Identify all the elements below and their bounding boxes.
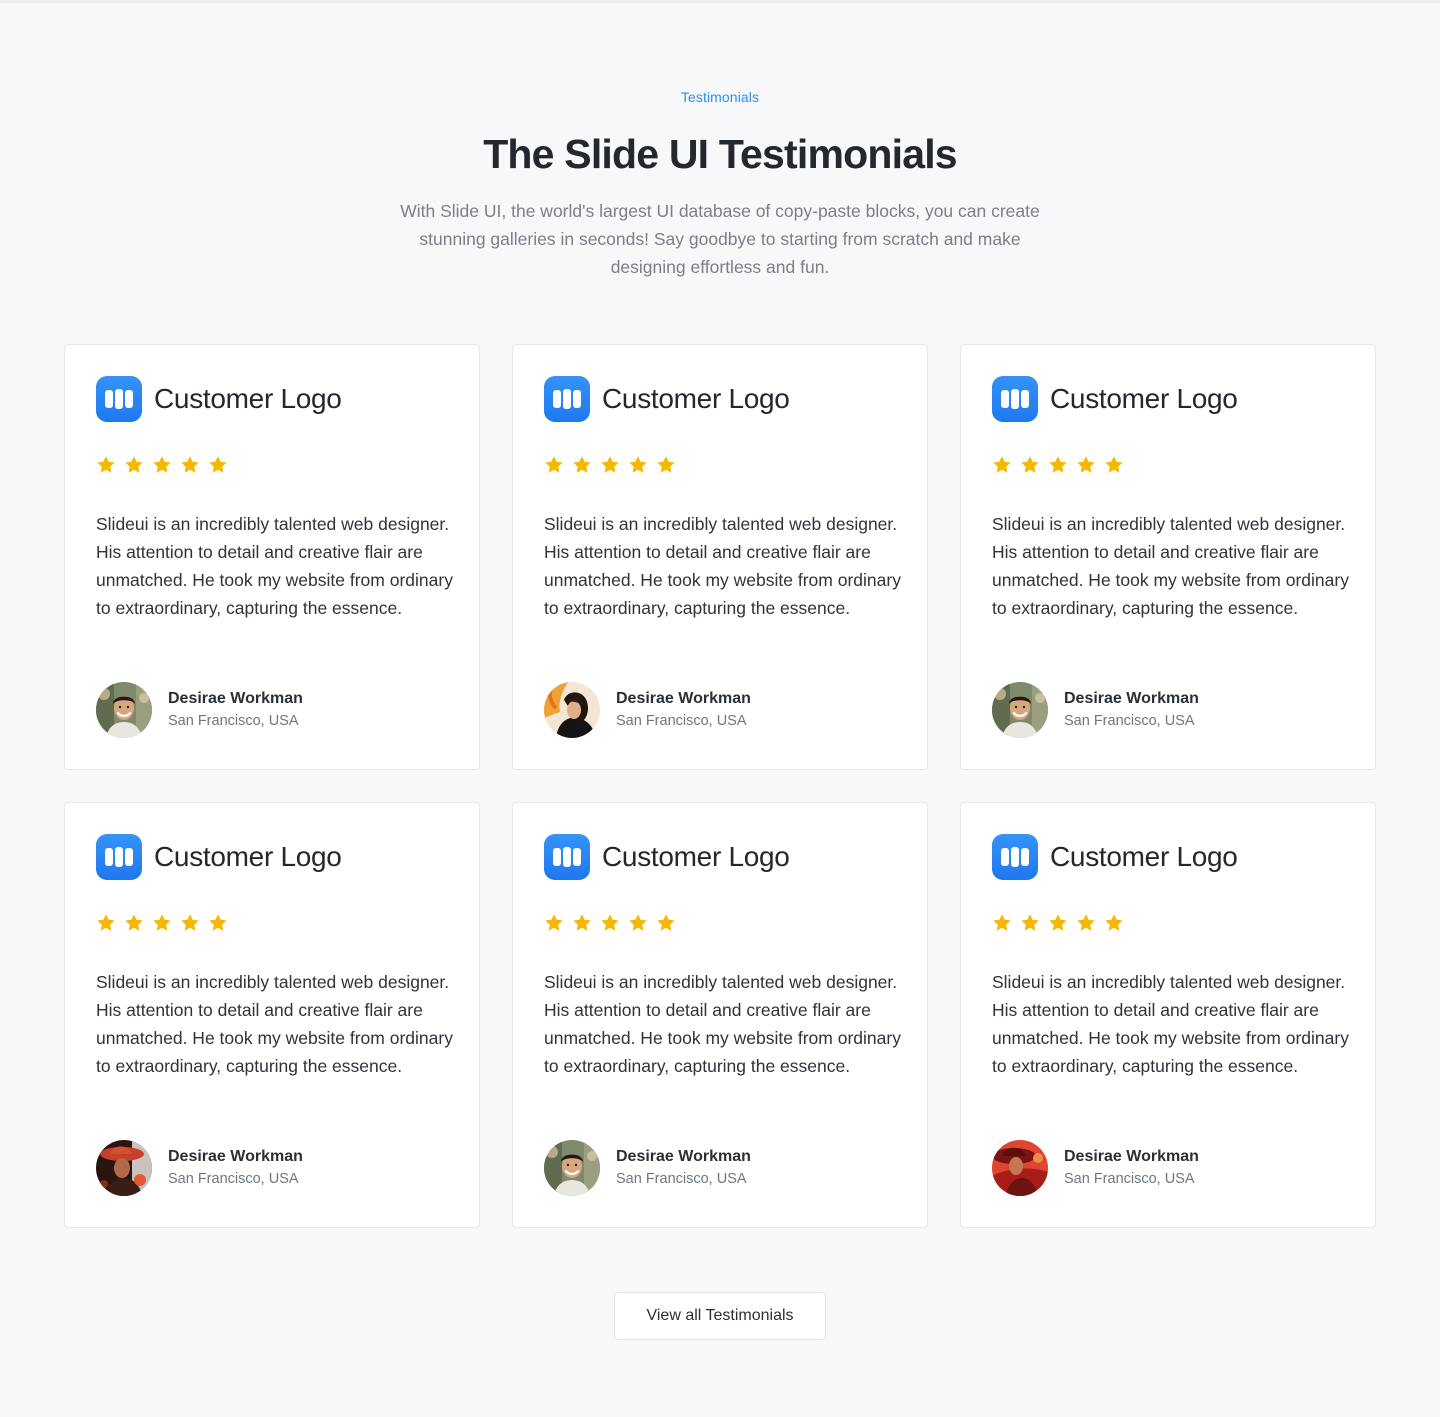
testimonial-author: Desirae Workman San Francisco, USA [544, 682, 751, 738]
view-all-testimonials-button[interactable]: View all Testimonials [614, 1292, 826, 1340]
star-icon [181, 914, 199, 931]
customer-logo-icon [96, 834, 142, 880]
star-icon [153, 914, 171, 931]
star-icon [573, 914, 591, 931]
testimonial-quote: Slideui is an incredibly talented web de… [544, 514, 901, 618]
testimonial-quote: Slideui is an incredibly talented web de… [544, 972, 901, 1076]
customer-logo: Customer Logo [992, 834, 1238, 880]
star-rating [96, 913, 228, 933]
star-icon [209, 914, 227, 931]
star-rating [544, 913, 676, 933]
author-name: Desirae Workman [616, 1148, 751, 1165]
testimonial-card: Customer Logo Slideui is an incredibly t… [960, 344, 1376, 770]
star-rating [992, 913, 1124, 933]
author-location: San Francisco, USA [168, 1171, 299, 1187]
star-icon [1077, 914, 1095, 931]
author-location: San Francisco, USA [616, 713, 747, 729]
customer-logo-text: Customer Logo [1050, 841, 1238, 872]
star-icon [545, 914, 563, 931]
star-icon [1049, 914, 1067, 931]
star-rating [544, 455, 676, 475]
customer-logo: Customer Logo [96, 376, 342, 422]
author-location: San Francisco, USA [1064, 713, 1195, 729]
customer-logo-text: Customer Logo [602, 383, 790, 414]
customer-logo: Customer Logo [992, 376, 1238, 422]
author-location: San Francisco, USA [168, 713, 299, 729]
star-icon [153, 456, 171, 473]
customer-logo-icon [992, 834, 1038, 880]
testimonial-author: Desirae Workman San Francisco, USA [992, 682, 1199, 738]
testimonial-quote: Slideui is an incredibly talented web de… [96, 972, 453, 1076]
star-icon [573, 456, 591, 473]
testimonial-quote: Slideui is an incredibly talented web de… [992, 972, 1349, 1076]
customer-logo-text: Customer Logo [154, 383, 342, 414]
star-icon [1105, 456, 1123, 473]
customer-logo-text: Customer Logo [602, 841, 790, 872]
customer-logo-icon [544, 834, 590, 880]
star-icon [601, 914, 619, 931]
avatar [544, 682, 600, 738]
testimonial-quote: Slideui is an incredibly talented web de… [992, 514, 1349, 618]
author-location: San Francisco, USA [616, 1171, 747, 1187]
page-title: The Slide UI Testimonials [483, 131, 957, 177]
customer-logo: Customer Logo [544, 834, 790, 880]
star-icon [209, 456, 227, 473]
star-icon [993, 456, 1011, 473]
customer-logo-icon [992, 376, 1038, 422]
star-icon [993, 914, 1011, 931]
testimonials-section: Testimonials The Slide UI Testimonials W… [0, 0, 1440, 1417]
customer-logo: Customer Logo [96, 834, 342, 880]
star-icon [1049, 456, 1067, 473]
author-name: Desirae Workman [616, 690, 751, 707]
star-icon [629, 914, 647, 931]
testimonial-card: Customer Logo Slideui is an incredibly t… [512, 344, 928, 770]
customer-logo: Customer Logo [544, 376, 790, 422]
author-name: Desirae Workman [168, 1148, 303, 1165]
testimonial-card: Customer Logo Slideui is an incredibly t… [960, 802, 1376, 1228]
avatar [96, 682, 152, 738]
avatar [544, 1140, 600, 1196]
author-location: San Francisco, USA [1064, 1171, 1195, 1187]
testimonials-grid: Customer Logo Slideui is an incredibly t… [64, 344, 1376, 1228]
star-icon [97, 456, 115, 473]
customer-logo-text: Customer Logo [154, 841, 342, 872]
avatar [992, 682, 1048, 738]
star-icon [629, 456, 647, 473]
star-rating [96, 455, 228, 475]
star-icon [1021, 456, 1039, 473]
testimonial-author: Desirae Workman San Francisco, USA [544, 1140, 751, 1196]
testimonial-quote: Slideui is an incredibly talented web de… [96, 514, 453, 618]
star-icon [97, 914, 115, 931]
star-icon [1077, 456, 1095, 473]
testimonial-card: Customer Logo Slideui is an incredibly t… [64, 802, 480, 1228]
star-icon [657, 456, 675, 473]
section-subtitle: With Slide UI, the world's largest UI da… [400, 201, 1040, 277]
author-name: Desirae Workman [1064, 1148, 1199, 1165]
star-icon [657, 914, 675, 931]
section-eyebrow: Testimonials [680, 89, 760, 105]
star-icon [1021, 914, 1039, 931]
testimonial-author: Desirae Workman San Francisco, USA [96, 1140, 303, 1196]
testimonial-author: Desirae Workman San Francisco, USA [96, 682, 303, 738]
star-icon [601, 456, 619, 473]
star-icon [125, 456, 143, 473]
customer-logo-icon [544, 376, 590, 422]
testimonial-author: Desirae Workman San Francisco, USA [992, 1140, 1199, 1196]
testimonial-card: Customer Logo Slideui is an incredibly t… [64, 344, 480, 770]
avatar [96, 1140, 152, 1196]
author-name: Desirae Workman [168, 690, 303, 707]
testimonial-card: Customer Logo Slideui is an incredibly t… [512, 802, 928, 1228]
avatar [992, 1140, 1048, 1196]
customer-logo-icon [96, 376, 142, 422]
star-rating [992, 455, 1124, 475]
star-icon [181, 456, 199, 473]
customer-logo-text: Customer Logo [1050, 383, 1238, 414]
author-name: Desirae Workman [1064, 690, 1199, 707]
star-icon [545, 456, 563, 473]
star-icon [1105, 914, 1123, 931]
star-icon [125, 914, 143, 931]
